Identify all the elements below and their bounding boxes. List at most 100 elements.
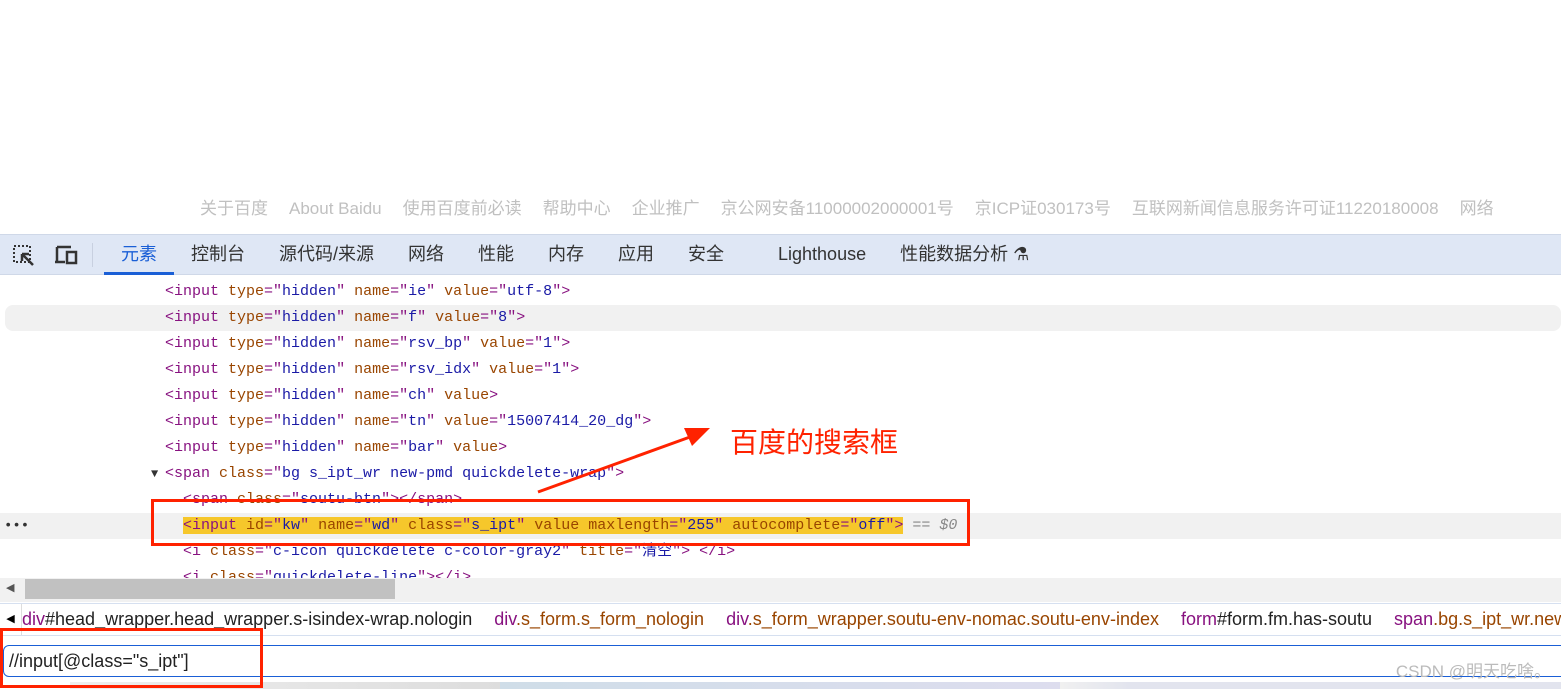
token: " <box>471 361 490 378</box>
token: <input <box>165 283 229 300</box>
tab-4[interactable]: 性能 <box>461 235 531 275</box>
breadcrumb-item[interactable]: span.bg.s_ipt_wr.new-pmd.quickdelete-wra… <box>1394 609 1561 629</box>
dom-node-line[interactable]: <input type="hidden" name="rsv_bp" value… <box>0 331 1561 357</box>
token: =" <box>264 413 283 430</box>
token: "> <box>552 283 571 300</box>
tab-9[interactable]: 性能数据分析 ⚗ <box>883 235 1046 275</box>
token: "> <box>606 465 625 482</box>
footer-link[interactable]: About Baidu <box>289 199 382 218</box>
token: <input <box>165 335 229 352</box>
token: bar <box>408 439 436 456</box>
tab-8[interactable]: Lighthouse <box>761 235 883 275</box>
token: =" <box>264 439 283 456</box>
scrollbar-thumb[interactable] <box>25 579 395 599</box>
token: hidden <box>282 309 337 326</box>
token: =" <box>390 387 409 404</box>
node-markup: <input type="hidden" name="rsv_bp" value… <box>165 335 570 352</box>
token: "> <box>507 309 526 326</box>
token: " <box>336 387 355 404</box>
token: " <box>426 387 445 404</box>
token: 15007414_20_dg <box>507 413 634 430</box>
breadcrumb-item[interactable]: div#head_wrapper.head_wrapper.s-isindex-… <box>22 609 472 629</box>
tab-5[interactable]: 内存 <box>531 235 601 275</box>
tab-0[interactable]: 元素 <box>104 235 174 275</box>
token: name <box>354 309 391 326</box>
annotation-highlight-box <box>151 499 970 546</box>
device-toolbar-icon[interactable] <box>54 244 78 266</box>
token: =" <box>525 335 544 352</box>
breadcrumb-item[interactable]: div.s_form_wrapper.soutu-env-nomac.soutu… <box>726 609 1159 629</box>
crumb-selector: .s_form.s_form_nologin <box>515 609 705 629</box>
breadcrumb-item[interactable]: div.s_form.s_form_nologin <box>494 609 704 629</box>
token: =" <box>390 413 409 430</box>
token: type <box>228 439 265 456</box>
token: name <box>354 387 391 404</box>
token: > <box>498 439 508 456</box>
dom-node-line[interactable]: <input type="hidden" name="f" value="8"> <box>5 305 1561 331</box>
token: =" <box>264 335 283 352</box>
token: type <box>228 283 265 300</box>
token: =" <box>489 283 508 300</box>
divider <box>92 243 93 267</box>
token: " <box>462 335 481 352</box>
footer-link[interactable]: 京ICP证030173号 <box>975 199 1111 218</box>
token: =" <box>390 439 409 456</box>
dom-node-line[interactable]: <input type="hidden" name="ch" value> <box>0 383 1561 409</box>
inspect-element-icon[interactable] <box>12 244 36 266</box>
token: hidden <box>282 439 337 456</box>
token: value <box>444 387 490 404</box>
token: hidden <box>282 335 337 352</box>
expand-triangle-icon[interactable]: ▼ <box>151 461 158 487</box>
baidu-footer-links: 关于百度 About Baidu 使用百度前必读 帮助中心 企业推广 京公网安备11000… <box>200 194 1515 219</box>
node-markup: <input type="hidden" name="ie" value="ut… <box>165 283 570 300</box>
token: value <box>435 309 481 326</box>
token: hidden <box>282 283 337 300</box>
footer-link[interactable]: 企业推广 <box>632 199 700 218</box>
tab-2[interactable]: 源代码/来源 <box>262 235 391 275</box>
token: =" <box>264 283 283 300</box>
footer-link[interactable]: 使用百度前必读 <box>403 199 522 218</box>
token: " <box>426 413 445 430</box>
token: " <box>336 361 355 378</box>
token: name <box>354 335 391 352</box>
token: value <box>444 283 490 300</box>
token: <input <box>165 413 229 430</box>
horizontal-scrollbar[interactable]: ◀ <box>0 578 1561 602</box>
footer-link[interactable]: 帮助中心 <box>543 199 611 218</box>
token: name <box>354 283 391 300</box>
footer-link[interactable]: 关于百度 <box>200 199 268 218</box>
token: type <box>228 361 265 378</box>
token: 1 <box>552 361 562 378</box>
token: " <box>435 439 454 456</box>
token: =" <box>390 309 409 326</box>
dom-node-line[interactable]: ▼ <span class="bg s_ipt_wr new-pmd quickd… <box>0 461 1561 487</box>
token: name <box>354 439 391 456</box>
dom-node-line[interactable]: <input type="hidden" name="ie" value="ut… <box>0 279 1561 305</box>
token: utf-8 <box>507 283 553 300</box>
more-options-icon[interactable]: ••• <box>4 513 29 539</box>
footer-link[interactable]: 互联网新闻信息服务许可证11220180008 <box>1132 199 1439 218</box>
footer-link[interactable]: 网络 <box>1460 199 1494 218</box>
node-markup: <input type="hidden" name="f" value="8"> <box>165 309 525 326</box>
token: " <box>336 439 355 456</box>
token: f <box>408 309 418 326</box>
dom-node-line[interactable]: <input type="hidden" name="rsv_idx" valu… <box>0 357 1561 383</box>
token: <input <box>165 309 229 326</box>
token: =" <box>390 283 409 300</box>
tab-7[interactable]: 安全 <box>671 235 741 275</box>
tab-3[interactable]: 网络 <box>391 235 461 275</box>
token: type <box>228 387 265 404</box>
token: =" <box>264 465 283 482</box>
tab-1[interactable]: 控制台 <box>174 235 262 275</box>
node-markup: <input type="hidden" name="bar" value> <box>165 439 507 456</box>
breadcrumb-item[interactable]: form#form.fm.has-soutu <box>1181 609 1372 629</box>
token: <input <box>165 387 229 404</box>
tab-6[interactable]: 应用 <box>601 235 671 275</box>
crumb-selector: #form.fm.has-soutu <box>1216 609 1373 629</box>
token: > <box>489 387 499 404</box>
token: " <box>426 283 445 300</box>
token: 8 <box>498 309 508 326</box>
scroll-left-icon[interactable]: ◀ <box>6 581 14 594</box>
token: value <box>444 413 490 430</box>
footer-link[interactable]: 京公网安备11000002000001号 <box>721 199 954 218</box>
